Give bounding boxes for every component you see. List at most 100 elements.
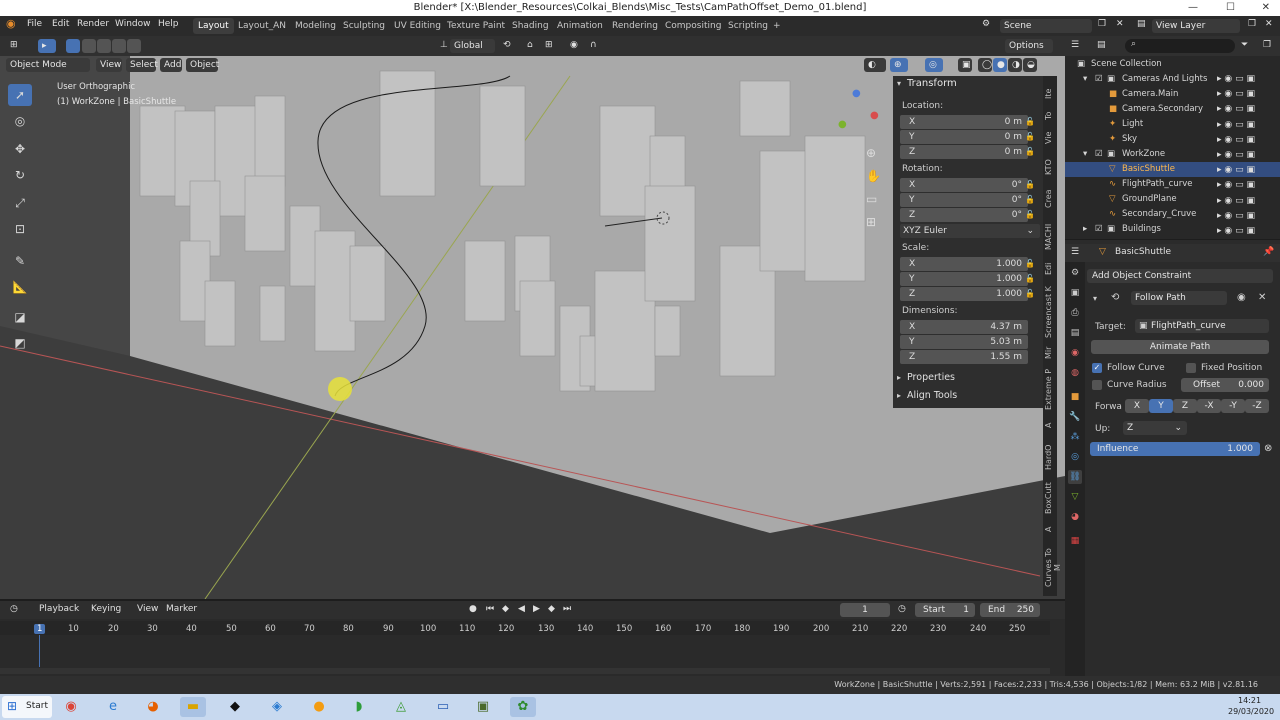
filter-icon[interactable]: ⏷ [1241,40,1248,50]
collapse-arrow-icon[interactable]: ▾ [1093,294,1097,303]
forward-axis-neg-z-button[interactable]: -Z [1245,399,1269,413]
lock-icon[interactable]: 🔓 [1025,289,1035,298]
tab-screencast-keys[interactable]: Screencast K [1044,284,1056,340]
timeline-ruler[interactable]: 1 10 20 30 40 50 60 70 80 90 100 110 120… [0,621,1050,635]
expand-arrow-icon[interactable]: ▸ [897,391,901,400]
tab-animation[interactable]: Animation [552,18,608,34]
output-tab-icon[interactable]: ⎙ [1068,306,1082,320]
lock-icon[interactable]: 🔓 [1025,180,1035,189]
transform-orientation-dropdown[interactable]: Global [450,39,495,53]
jump-end-icon[interactable]: ⏭ [563,604,571,614]
tab-a-2[interactable]: A [1044,522,1056,536]
timeline-editor-icon[interactable]: ◷ [10,604,18,614]
camera-view-icon[interactable]: ▭ [866,192,877,206]
tab-rendering[interactable]: Rendering [607,18,663,34]
hops-tool-icon[interactable]: ◪ [8,306,32,328]
archive-icon[interactable]: ▣ [470,697,496,717]
animate-path-button[interactable]: Animate Path [1091,340,1269,354]
menu-file[interactable]: File [27,19,42,29]
menu-playback[interactable]: Playback [39,604,79,614]
tab-layout-an[interactable]: Layout_AN [233,18,291,34]
outliner-search-input[interactable]: ⌕ [1125,39,1235,53]
rotation-z-field[interactable]: Z 0° [900,208,1028,222]
close-window-button[interactable]: ✕ [1262,0,1270,16]
tab-compositing[interactable]: Compositing [660,18,726,34]
end-frame-field[interactable]: End 250 [980,603,1040,617]
curve-radius-checkbox[interactable] [1092,380,1102,390]
navigation-gizmo[interactable]: ● ● ● [828,86,884,142]
prev-keyframe-icon[interactable]: ◆ [502,604,509,614]
pin-icon[interactable]: 📌 [1263,247,1274,257]
select-tool-icon[interactable]: ➚ [8,84,32,106]
outliner-editor-icon[interactable]: ☰ [1071,40,1079,50]
target-field[interactable]: FlightPath_curve [1135,319,1269,333]
menu-object[interactable]: Object [186,58,219,72]
world-tab-icon[interactable]: ◍ [1068,366,1082,380]
tab-layout[interactable]: Layout [193,18,234,34]
edge-icon[interactable]: e [100,697,126,717]
data-tab-icon[interactable]: ▽ [1068,490,1082,504]
rotate-tool-icon[interactable]: ↻ [8,164,32,186]
measure-tool-icon[interactable]: 📐 [8,276,32,298]
frame-tick-current[interactable]: 1 [34,624,46,634]
tab-modeling[interactable]: Modeling [290,18,341,34]
tab-item[interactable]: Ite [1044,84,1056,104]
menu-keying[interactable]: Keying [91,604,121,614]
tab-create[interactable]: Crea [1044,186,1056,212]
material-tab-icon[interactable]: ◕ [1068,510,1082,524]
properties-panel-header[interactable]: Properties [907,372,955,383]
tab-hardops[interactable]: HardO [1044,442,1056,472]
xray-toggle-icon[interactable]: ▣ [958,58,972,72]
location-x-field[interactable]: X0 m [900,115,1028,129]
snap-icon[interactable]: ⌂ [527,40,533,50]
minimize-button[interactable]: — [1188,0,1198,16]
forward-axis-z-button[interactable]: Z [1173,399,1197,413]
annotate-tool-icon[interactable]: ✎ [8,250,32,272]
remove-scene-icon[interactable]: ✕ [1116,19,1124,29]
view-layer-selector[interactable]: View Layer [1152,19,1240,33]
tab-scripting[interactable]: Scripting [723,18,773,34]
lock-icon[interactable]: 🔓 [1025,274,1035,283]
start-button[interactable]: ⊞ Start [2,696,52,718]
fixed-position-checkbox[interactable] [1186,363,1196,373]
dimensions-x-field[interactable]: X 4.37 m [900,320,1028,334]
mode-intersect-icon[interactable] [127,39,141,53]
scale-x-field[interactable]: X 1.000 [900,257,1028,271]
modifier-tab-icon[interactable]: 🔧 [1068,410,1082,424]
lock-icon[interactable]: 🔓 [1025,259,1035,268]
tab-machin3[interactable]: MACHI [1044,220,1056,254]
display-mode-icon[interactable]: ▤ [1097,40,1106,50]
editor-type-icon[interactable]: ⊞ [10,40,18,50]
maps-icon[interactable]: ◈ [264,697,290,717]
constraint-name-field[interactable]: Follow Path [1131,291,1227,305]
dimensions-y-field[interactable]: Y 5.03 m [900,335,1028,349]
mode-invert-icon[interactable] [112,39,126,53]
file-explorer-icon[interactable]: ▬ [180,697,206,717]
tab-kto[interactable]: KTO [1044,154,1056,180]
view-layer-tab-icon[interactable]: ▤ [1068,326,1082,340]
timeline-scrollbar[interactable] [0,668,1050,674]
move-tool-icon[interactable]: ✥ [8,138,32,160]
perspective-toggle-icon[interactable]: ⊞ [866,215,876,229]
shading-solid-icon[interactable]: ● [993,58,1007,72]
menu-add[interactable]: Add [160,58,182,72]
new-collection-icon[interactable]: ❐ [1263,40,1271,50]
record-icon[interactable]: ● [469,604,477,614]
lock-icon[interactable]: 🔓 [1025,132,1035,141]
add-object-constraint-dropdown[interactable]: Add Object Constraint [1087,269,1273,283]
playhead-line[interactable] [39,635,40,667]
up-axis-dropdown[interactable]: Z ⌄ [1123,421,1187,435]
maximize-button[interactable]: ☐ [1226,0,1235,16]
disable-keep-transform-icon[interactable]: ⊗ [1264,443,1272,454]
constraints-tab-icon[interactable]: ⛓ [1068,470,1082,484]
play-icon[interactable]: ▶ [533,604,540,614]
boxcutter-tool-icon[interactable]: ◩ [8,332,32,354]
forward-axis-y-button[interactable]: Y [1149,399,1173,413]
gizmo-x-axis-icon[interactable]: ● [870,110,879,121]
tab-tool[interactable]: To [1044,108,1056,124]
chrome-icon[interactable]: ◉ [58,697,84,717]
lock-icon[interactable]: 🔓 [1025,147,1035,156]
forward-axis-x-button[interactable]: X [1125,399,1149,413]
menu-edit[interactable]: Edit [52,19,69,29]
mode-extend-icon[interactable] [82,39,96,53]
